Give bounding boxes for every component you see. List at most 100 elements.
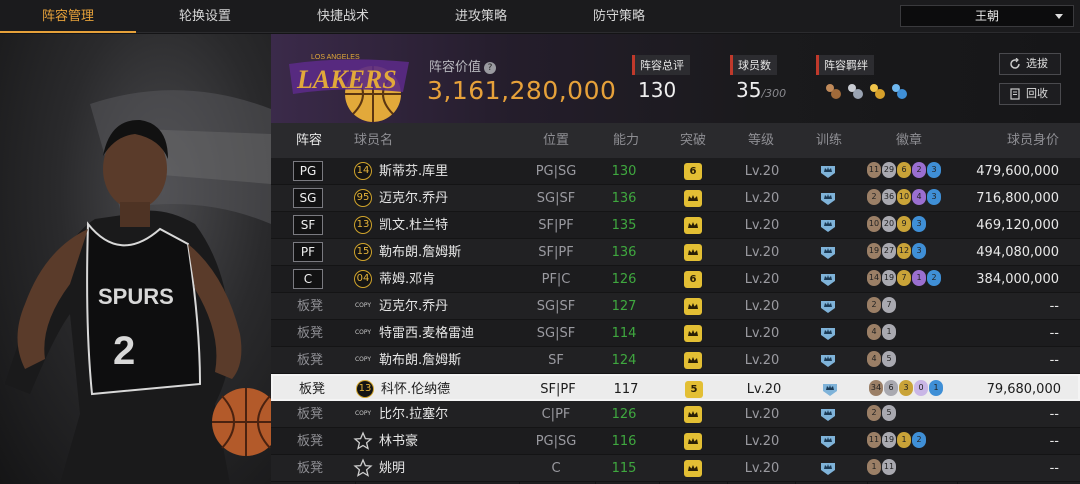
lakers-logo: LAKERS LOS ANGELES bbox=[289, 54, 409, 122]
badge-count: 2 bbox=[912, 432, 926, 448]
recycle-button[interactable]: 回收 bbox=[999, 83, 1061, 105]
training-icon[interactable] bbox=[819, 325, 837, 342]
player-count: 球员数 35/300 bbox=[730, 54, 786, 102]
badge-list[interactable]: 14 19 7 1 2 bbox=[867, 270, 942, 289]
breakthrough-badge[interactable] bbox=[684, 244, 702, 261]
col-position[interactable]: 位置 bbox=[543, 123, 569, 158]
badge-list[interactable]: 25 bbox=[867, 405, 897, 424]
badge-list[interactable]: 27 bbox=[867, 297, 897, 316]
badge-count: 2 bbox=[912, 162, 926, 178]
table-row[interactable]: 板凳 COPY 比尔.拉塞尔 C|PF 126 Lv.20 2 5 -- bbox=[271, 401, 1080, 428]
table-row[interactable]: SF 13 凯文.杜兰特 SF|PF 135 Lv.20 10 20 9 3 469,120,000 bbox=[271, 212, 1080, 239]
player-value: 79,680,000 bbox=[986, 382, 1061, 397]
tab-rotation-settings[interactable]: 轮换设置 bbox=[136, 0, 274, 33]
table-row[interactable]: 板凳 COPY 勒布朗.詹姆斯 SF 124 Lv.20 4 5 -- bbox=[271, 347, 1080, 374]
badge-list[interactable]: 41 bbox=[867, 324, 897, 343]
col-name[interactable]: 球员名 bbox=[354, 123, 393, 158]
badge-list[interactable]: 45 bbox=[867, 351, 897, 370]
select-button[interactable]: 选拔 bbox=[999, 53, 1061, 75]
player-level: Lv.20 bbox=[744, 245, 780, 260]
tab-quick-tactics[interactable]: 快捷战术 bbox=[274, 0, 412, 33]
col-training[interactable]: 训练 bbox=[816, 123, 842, 158]
tab-defense-strategy[interactable]: 防守策略 bbox=[550, 0, 688, 33]
badge-list[interactable]: 11 19 1 2 bbox=[867, 432, 927, 451]
breakthrough-badge[interactable]: 5 bbox=[685, 381, 703, 398]
player-level: Lv.20 bbox=[744, 326, 780, 341]
col-power[interactable]: 能力 bbox=[613, 123, 639, 158]
badge-count: 12 bbox=[897, 243, 911, 259]
copy-card-icon: COPY bbox=[354, 410, 372, 417]
player-power: 114 bbox=[611, 326, 637, 341]
badge-count: 4 bbox=[867, 351, 881, 367]
breakthrough-badge[interactable] bbox=[684, 460, 702, 477]
player-name: 勒布朗.詹姆斯 bbox=[379, 353, 462, 368]
player-position: SF|PF bbox=[538, 218, 574, 233]
bond-icons[interactable] bbox=[822, 80, 912, 102]
jersey-number-badge: 04 bbox=[354, 270, 372, 288]
help-icon[interactable]: ? bbox=[484, 62, 497, 74]
breakthrough-badge[interactable] bbox=[684, 190, 702, 207]
breakthrough-badge[interactable]: 6 bbox=[684, 271, 702, 288]
badge-list[interactable]: 1 11 bbox=[867, 459, 897, 478]
badge-count: 1 bbox=[929, 380, 943, 396]
badge-count: 3 bbox=[927, 189, 941, 205]
col-badges[interactable]: 徽章 bbox=[896, 123, 922, 158]
player-value: -- bbox=[1049, 461, 1059, 476]
tab-offense-strategy[interactable]: 进攻策略 bbox=[412, 0, 550, 33]
table-row[interactable]: PF 15 勒布朗.詹姆斯 SF|PF 136 Lv.20 19 27 12 3 494,080,0… bbox=[271, 239, 1080, 266]
badge-count: 2 bbox=[927, 270, 941, 286]
player-value: -- bbox=[1049, 407, 1059, 422]
table-row[interactable]: PG 14 斯蒂芬.库里 PG|SG 130 6 Lv.20 11 29 6 2 3 479,600,0… bbox=[271, 158, 1080, 185]
badge-list[interactable]: 19 27 12 3 bbox=[867, 243, 927, 262]
badge-count: 36 bbox=[882, 189, 896, 205]
training-icon[interactable] bbox=[819, 163, 837, 180]
training-icon[interactable] bbox=[819, 217, 837, 234]
training-icon[interactable] bbox=[819, 271, 837, 288]
jersey-number-badge: 14 bbox=[354, 162, 372, 180]
badge-list[interactable]: 10 20 9 3 bbox=[867, 216, 927, 235]
player-position: PG|SG bbox=[535, 164, 577, 179]
training-icon[interactable] bbox=[819, 352, 837, 369]
training-icon[interactable] bbox=[819, 460, 837, 477]
breakthrough-badge[interactable] bbox=[684, 433, 702, 450]
badge-count: 10 bbox=[897, 189, 911, 205]
table-row[interactable]: C 04 蒂姆.邓肯 PF|C 126 6 Lv.20 14 19 7 1 2 384,000,000 bbox=[271, 266, 1080, 293]
table-row[interactable]: SG 95 迈克尔.乔丹 SG|SF 136 Lv.20 2 36 10 4 3 716,800,00… bbox=[271, 185, 1080, 212]
breakthrough-badge[interactable] bbox=[684, 352, 702, 369]
player-power: 124 bbox=[611, 353, 637, 368]
table-row[interactable]: 板凳 COPY 迈克尔.乔丹 SG|SF 127 Lv.20 2 7 -- bbox=[271, 293, 1080, 320]
tab-lineup-management[interactable]: 阵容管理 bbox=[0, 0, 136, 33]
breakthrough-badge[interactable] bbox=[684, 325, 702, 342]
col-breakthrough[interactable]: 突破 bbox=[680, 123, 706, 158]
badge-list[interactable]: 2 36 10 4 3 bbox=[867, 189, 942, 208]
player-level: Lv.20 bbox=[744, 164, 780, 179]
table-row[interactable]: 板凳 COPY 特雷西.麦格雷迪 SG|SF 114 Lv.20 4 1 -- bbox=[271, 320, 1080, 347]
col-lineup[interactable]: 阵容 bbox=[296, 123, 322, 158]
breakthrough-badge[interactable] bbox=[684, 217, 702, 234]
training-icon[interactable] bbox=[819, 433, 837, 450]
training-icon[interactable] bbox=[819, 298, 837, 315]
training-icon[interactable] bbox=[821, 381, 839, 398]
roster-table-header: 阵容 球员名 位置 能力 突破 等级 训练 徽章 球员身价 bbox=[271, 123, 1080, 158]
jersey-number-badge: 15 bbox=[354, 243, 372, 261]
training-icon[interactable] bbox=[819, 244, 837, 261]
player-position: SG|SF bbox=[536, 191, 576, 206]
team-select-dropdown[interactable]: 王朝 bbox=[900, 5, 1074, 27]
breakthrough-badge[interactable] bbox=[684, 298, 702, 315]
badge-list[interactable]: 11 29 6 2 3 bbox=[867, 162, 942, 181]
table-row[interactable]: 板凳 13 科怀.伦纳德 SF|PF 117 5 Lv.20 34 6 3 0 1 79,680,000 bbox=[271, 374, 1080, 401]
player-value: 479,600,000 bbox=[976, 164, 1059, 179]
badge-count: 3 bbox=[912, 243, 926, 259]
player-position: PG|SG bbox=[535, 434, 577, 449]
breakthrough-badge[interactable]: 6 bbox=[684, 163, 702, 180]
badge-count: 27 bbox=[882, 243, 896, 259]
training-icon[interactable] bbox=[819, 190, 837, 207]
breakthrough-badge[interactable] bbox=[684, 406, 702, 423]
col-level[interactable]: 等级 bbox=[748, 123, 774, 158]
table-row[interactable]: 板凳 林书豪 PG|SG 116 Lv.20 11 19 1 2 -- bbox=[271, 428, 1080, 455]
table-row[interactable]: 板凳 姚明 C 115 Lv.20 1 11 -- bbox=[271, 455, 1080, 482]
col-value[interactable]: 球员身价 bbox=[1007, 123, 1059, 158]
badge-list[interactable]: 34 6 3 0 1 bbox=[869, 380, 944, 399]
lineup-header: LAKERS LOS ANGELES 阵容价值? 3,161,280,000 阵… bbox=[271, 34, 1080, 123]
training-icon[interactable] bbox=[819, 406, 837, 423]
